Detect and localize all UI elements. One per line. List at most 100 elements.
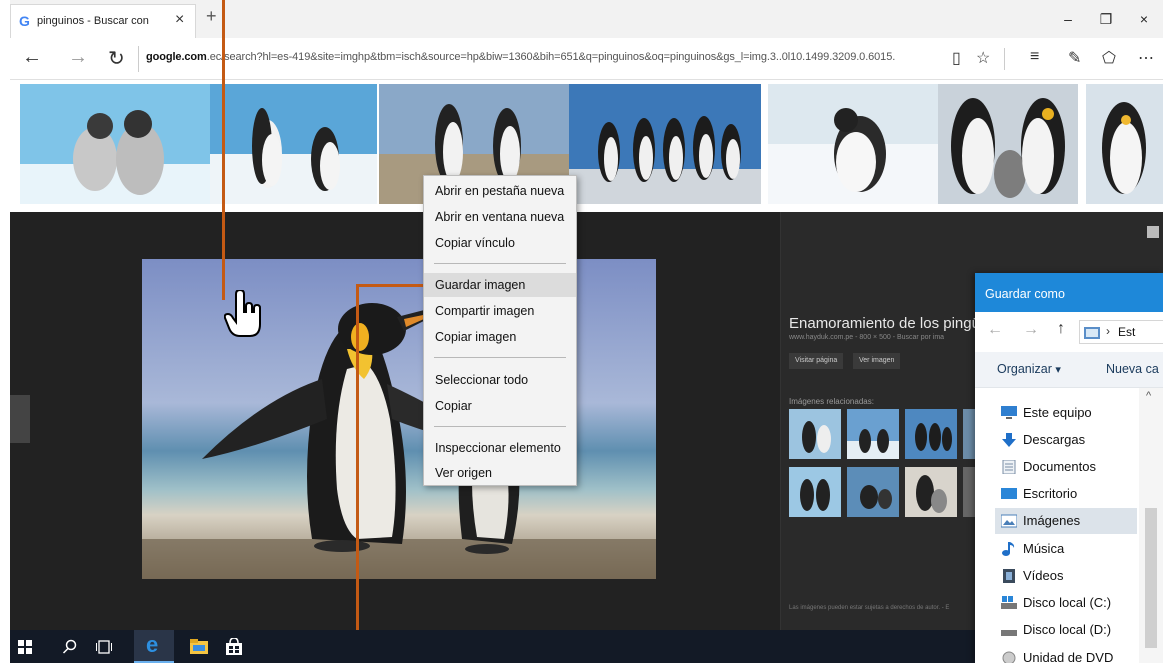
penguin-thumbnail-image <box>768 84 938 204</box>
close-preview-icon[interactable] <box>1147 226 1159 238</box>
menu-open-new-tab[interactable]: Abrir en pestaña nueva <box>424 179 576 203</box>
download-arrow-icon <box>1002 433 1016 447</box>
menu-copy-link[interactable]: Copiar vínculo <box>424 231 576 255</box>
hub-icon[interactable]: ≡ <box>1030 48 1039 66</box>
tree-item-downloads[interactable]: Descargas <box>995 427 1137 453</box>
penguin-thumbnail-image <box>569 84 761 204</box>
image-results-strip <box>10 80 1163 212</box>
tree-item-videos[interactable]: Vídeos <box>995 563 1137 589</box>
callout-line <box>356 284 424 287</box>
tree-item-local-disk-c[interactable]: Disco local (C:) <box>995 590 1137 616</box>
store-icon[interactable] <box>226 638 242 655</box>
callout-line <box>222 0 225 300</box>
view-image-button[interactable]: Ver imagen <box>853 353 901 369</box>
tree-item-dvd-drive[interactable]: Unidad de DVD <box>995 645 1137 663</box>
image-thumbnail[interactable] <box>20 84 210 204</box>
dialog-title: Guardar como <box>975 273 1163 312</box>
breadcrumb-path[interactable]: Est <box>1118 325 1135 339</box>
previous-result-handle[interactable] <box>10 395 30 443</box>
scrollbar-thumb[interactable] <box>1145 508 1157 648</box>
more-icon[interactable]: ⋯ <box>1138 48 1154 68</box>
tree-item-this-pc[interactable]: Este equipo <box>995 400 1137 426</box>
image-thumbnail[interactable] <box>569 84 761 204</box>
callout-line <box>356 284 359 663</box>
image-thumbnail[interactable] <box>938 84 1078 204</box>
penguin-related-image <box>789 467 841 517</box>
preview-title[interactable]: Enamoramiento de los pingüin <box>789 315 992 332</box>
tree-label: Música <box>1023 541 1065 556</box>
file-explorer-icon[interactable] <box>190 639 208 654</box>
forward-icon[interactable]: → <box>68 46 88 69</box>
favorite-star-icon[interactable]: ☆ <box>976 48 990 68</box>
image-thumbnail[interactable] <box>768 84 938 204</box>
image-thumbnail[interactable] <box>210 84 377 204</box>
search-icon[interactable] <box>62 639 78 655</box>
film-icon <box>1003 569 1015 583</box>
visit-page-button[interactable]: Visitar página <box>789 353 844 369</box>
dialog-nav-bar: ← → ↑ › Est <box>975 312 1163 352</box>
close-window-icon[interactable]: × <box>1125 0 1163 38</box>
menu-share-image[interactable]: Compartir imagen <box>424 299 576 323</box>
menu-save-image[interactable]: Guardar imagen <box>424 273 576 297</box>
related-image[interactable] <box>905 467 957 517</box>
related-images-label: Imágenes relacionadas: <box>789 397 874 406</box>
restore-icon[interactable]: ❐ <box>1087 0 1125 38</box>
close-tab-icon[interactable]: × <box>175 11 184 29</box>
penguin-thumbnail-image <box>1086 84 1163 204</box>
new-tab-icon[interactable]: + <box>206 6 217 27</box>
menu-copy[interactable]: Copiar <box>424 394 576 418</box>
music-note-icon <box>1002 542 1015 556</box>
tree-item-pictures[interactable]: Imágenes <box>995 508 1137 534</box>
related-image[interactable] <box>789 409 841 459</box>
windows-start-icon[interactable] <box>18 640 32 654</box>
preview-image[interactable] <box>142 259 656 579</box>
divider <box>1004 48 1005 70</box>
preview-subtitle: www.hayduk.com.pe - 800 × 500 - Buscar p… <box>789 334 945 341</box>
edge-taskbar-button[interactable]: e <box>134 630 174 663</box>
reading-view-icon[interactable]: ▯ <box>952 48 961 68</box>
tree-label: Imágenes <box>1023 513 1081 528</box>
url-path: .ec/search?hl=es-419&site=imghp&tbm=isch… <box>206 51 896 63</box>
desktop-icon <box>1001 488 1017 499</box>
folder-tree-scrollbar[interactable]: ^ <box>1139 388 1163 663</box>
image-thumbnail[interactable] <box>1086 84 1163 204</box>
new-folder-button[interactable]: Nueva ca <box>1106 362 1159 376</box>
related-image[interactable] <box>905 409 957 459</box>
king-penguins-photo <box>142 259 656 579</box>
pictures-folder-icon <box>1084 327 1100 339</box>
forward-icon[interactable]: → <box>1023 321 1039 339</box>
penguin-related-image <box>905 467 957 517</box>
back-icon[interactable]: ← <box>22 46 42 69</box>
penguin-thumbnail-image <box>210 84 377 204</box>
path-box[interactable]: › Est <box>1079 320 1163 344</box>
task-view-icon[interactable] <box>96 640 112 654</box>
menu-select-all[interactable]: Seleccionar todo <box>424 368 576 392</box>
organize-button[interactable]: Organizar ▾ <box>997 362 1061 376</box>
back-icon[interactable]: ← <box>987 321 1003 339</box>
menu-open-new-window[interactable]: Abrir en ventana nueva <box>424 205 576 229</box>
tree-item-local-disk-d[interactable]: Disco local (D:) <box>995 617 1137 643</box>
related-image[interactable] <box>789 467 841 517</box>
menu-view-source[interactable]: Ver origen <box>424 461 576 485</box>
up-icon[interactable]: ↑ <box>1057 320 1065 338</box>
browser-tab[interactable]: G pinguinos - Buscar con × <box>10 4 196 38</box>
url-field[interactable]: google.com.ec/search?hl=es-419&site=imgh… <box>146 51 895 63</box>
tree-item-music[interactable]: Música <box>995 536 1137 562</box>
tree-item-documents[interactable]: Documentos <box>995 454 1137 480</box>
refresh-icon[interactable]: ↻ <box>108 46 125 71</box>
folder-tree: Este equipo Descargas Documentos Escrito… <box>975 388 1163 663</box>
google-favicon-icon: G <box>19 13 30 29</box>
share-icon[interactable]: ⬠ <box>1102 48 1116 68</box>
penguin-thumbnail-image <box>20 84 210 204</box>
menu-copy-image[interactable]: Copiar imagen <box>424 325 576 349</box>
dvd-icon <box>1002 651 1016 663</box>
menu-inspect-element[interactable]: Inspeccionar elemento <box>424 436 576 460</box>
related-image[interactable] <box>847 467 899 517</box>
scroll-up-icon[interactable]: ^ <box>1146 390 1151 402</box>
web-note-icon[interactable]: ✎ <box>1068 48 1081 68</box>
tree-item-desktop[interactable]: Escritorio <box>995 481 1137 507</box>
related-image[interactable] <box>847 409 899 459</box>
tree-label: Disco local (D:) <box>1023 622 1112 637</box>
minimize-icon[interactable]: – <box>1049 0 1087 38</box>
hand-cursor-icon <box>224 290 261 337</box>
